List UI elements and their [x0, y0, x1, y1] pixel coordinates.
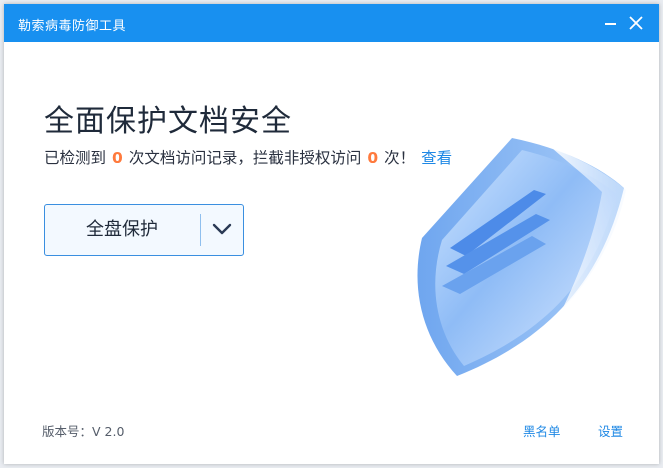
- status-prefix: 已检测到: [44, 149, 107, 167]
- full-protection-button[interactable]: 全盘保护: [45, 205, 199, 255]
- minimize-button[interactable]: [600, 12, 622, 34]
- status-line: 已检测到 0 次文档访问记录，拦截非授权访问 0 次！ 查看: [44, 146, 452, 168]
- app-window: 勒索病毒防御工具 全面保护文档安全 已检测到 0 次文档访问记录，拦截非授权访问 0 次…: [4, 4, 659, 464]
- protection-split-button: 全盘保护: [44, 204, 244, 256]
- title-bar: 勒索病毒防御工具: [4, 4, 659, 42]
- blacklist-link[interactable]: 黑名单: [523, 421, 561, 440]
- detected-count: 0: [112, 149, 123, 167]
- chevron-down-icon: [212, 223, 232, 235]
- window-title: 勒索病毒防御工具: [18, 19, 127, 34]
- version-label: 版本号：V 2.0: [42, 424, 125, 439]
- shield-icon: [417, 138, 626, 376]
- status-middle: 次文档访问记录，拦截非授权访问: [128, 149, 362, 167]
- close-icon: [629, 16, 643, 30]
- settings-link[interactable]: 设置: [598, 421, 623, 440]
- blocked-count: 0: [367, 149, 379, 167]
- page-title: 全面保护文档安全: [44, 104, 292, 139]
- protection-dropdown-button[interactable]: [201, 205, 243, 255]
- close-button[interactable]: [625, 12, 647, 34]
